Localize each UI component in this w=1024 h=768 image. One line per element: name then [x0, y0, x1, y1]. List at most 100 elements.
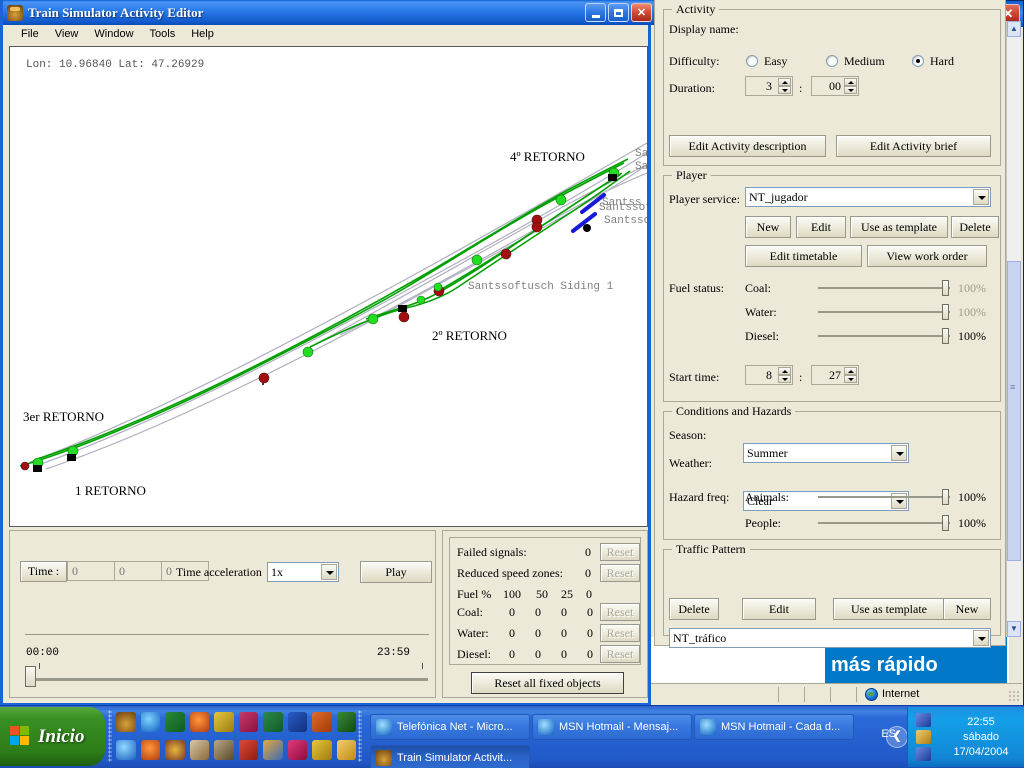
slider-thumb[interactable]: [942, 489, 949, 505]
menu-item-window[interactable]: Window: [86, 27, 141, 41]
taskbar-item-msn-hotmail-mensajes[interactable]: MSN Hotmail - Mensaj...: [532, 714, 692, 740]
slider-thumb[interactable]: [942, 328, 949, 344]
player-use-as-template-button[interactable]: Use as template: [850, 216, 948, 238]
traffic-pattern-select[interactable]: NT_tráfico: [669, 628, 991, 648]
browser-vertical-scrollbar[interactable]: ▲ ▼: [1006, 21, 1021, 637]
time-field-minutes[interactable]: 0: [114, 561, 162, 581]
outlook-express-icon[interactable]: [165, 712, 185, 732]
difficulty-radio-easy[interactable]: [746, 55, 758, 67]
timeline-slider-thumb[interactable]: [25, 666, 36, 687]
clock[interactable]: 22:55 sábado 17/04/2004: [938, 715, 1024, 760]
fuel-diesel-slider[interactable]: [818, 326, 950, 346]
stepper-down-icon[interactable]: [778, 86, 791, 94]
fuel-coal-slider[interactable]: [818, 278, 950, 298]
fuel-water-slider[interactable]: [818, 302, 950, 322]
start-time-hours-stepper[interactable]: 8: [745, 365, 793, 385]
start-time-minutes-stepper[interactable]: 27: [811, 365, 859, 385]
reset-diesel-button[interactable]: Reset: [600, 645, 640, 663]
reset-coal-button[interactable]: Reset: [600, 603, 640, 621]
duration-minutes-stepper[interactable]: 00: [811, 76, 859, 96]
scripting-icon[interactable]: [337, 712, 357, 732]
stepper-down-icon[interactable]: [778, 375, 791, 383]
menu-item-help[interactable]: Help: [183, 27, 222, 41]
globe-network-icon[interactable]: [116, 740, 136, 760]
time-acceleration-select[interactable]: 1x: [267, 562, 339, 582]
reset-failed-signals-button[interactable]: Reset: [600, 543, 640, 561]
player-delete-button[interactable]: Delete: [951, 216, 999, 238]
route-map-canvas[interactable]: Lon: 10.96840 Lat: 47.26929: [9, 46, 648, 527]
taskbar-grip[interactable]: [358, 710, 362, 762]
maximize-button[interactable]: [608, 3, 629, 22]
reset-all-fixed-objects-button[interactable]: Reset all fixed objects: [471, 672, 624, 694]
cursor-tool-icon[interactable]: [214, 740, 234, 760]
chevron-down-icon[interactable]: [891, 445, 907, 461]
media-player-icon[interactable]: [190, 712, 210, 732]
photo-editor-icon[interactable]: [263, 740, 283, 760]
excel-icon[interactable]: [263, 712, 283, 732]
hazard-animals-slider[interactable]: [818, 487, 950, 507]
traffic-edit-button[interactable]: Edit: [742, 598, 816, 620]
season-select[interactable]: Summer: [743, 443, 909, 463]
sonic-s-icon[interactable]: [288, 740, 308, 760]
paint-shop-icon[interactable]: [165, 740, 185, 760]
player-service-select[interactable]: NT_jugador: [745, 187, 991, 207]
duration-hours-stepper[interactable]: 3: [745, 76, 793, 96]
network-connection-icon[interactable]: [916, 713, 931, 727]
taskbar-item-telefonica[interactable]: Telefónica Net - Micro...: [370, 714, 530, 740]
menu-item-file[interactable]: File: [13, 27, 47, 41]
train-simulator-icon[interactable]: [116, 712, 136, 732]
time-button[interactable]: Time :: [20, 561, 67, 582]
network-status-icon[interactable]: [916, 747, 931, 761]
reset-reduced-speed-button[interactable]: Reset: [600, 564, 640, 582]
stepper-up-icon[interactable]: [844, 78, 857, 86]
clock-utility-icon[interactable]: [214, 712, 234, 732]
traffic-delete-button[interactable]: Delete: [669, 598, 719, 620]
player-new-button[interactable]: New: [745, 216, 791, 238]
shutdown-icon[interactable]: [239, 740, 259, 760]
reset-water-button[interactable]: Reset: [600, 624, 640, 642]
minimize-button[interactable]: [585, 3, 606, 22]
chevron-down-icon[interactable]: [973, 630, 989, 646]
internet-explorer-icon[interactable]: [141, 712, 161, 732]
traffic-new-button[interactable]: New: [943, 598, 991, 620]
media-player-2-icon[interactable]: [141, 740, 161, 760]
edit-activity-brief-button[interactable]: Edit Activity brief: [836, 135, 991, 157]
difficulty-radio-medium[interactable]: [826, 55, 838, 67]
key-tool-icon[interactable]: [312, 740, 332, 760]
time-field-hours[interactable]: 0: [67, 561, 115, 581]
chevron-down-icon[interactable]: [321, 564, 337, 580]
timeline-slider-track[interactable]: [25, 678, 428, 681]
scroll-down-icon[interactable]: ▼: [1007, 621, 1021, 637]
difficulty-radio-hard[interactable]: [912, 55, 924, 67]
stepper-down-icon[interactable]: [844, 86, 857, 94]
taskbar-item-msn-hotmail-cada[interactable]: MSN Hotmail - Cada d...: [694, 714, 854, 740]
quick-launch-bar[interactable]: [112, 708, 356, 766]
play-button[interactable]: Play: [360, 561, 432, 583]
stepper-down-icon[interactable]: [844, 375, 857, 383]
traffic-use-as-template-button[interactable]: Use as template: [833, 598, 945, 620]
edit-timetable-button[interactable]: Edit timetable: [745, 245, 862, 267]
start-button[interactable]: Inicio: [0, 707, 105, 766]
player-edit-button[interactable]: Edit: [796, 216, 846, 238]
taskbar-item-train-simulator[interactable]: Train Simulator Activit...: [370, 745, 530, 768]
view-work-order-button[interactable]: View work order: [867, 245, 987, 267]
slider-thumb[interactable]: [942, 515, 949, 531]
resize-grip-icon[interactable]: [1008, 690, 1020, 702]
stepper-up-icon[interactable]: [778, 367, 791, 375]
chevron-down-icon[interactable]: [973, 189, 989, 205]
difficulty-label-hard[interactable]: Hard: [930, 54, 954, 69]
window-titlebar[interactable]: Train Simulator Activity Editor ✕: [3, 0, 654, 25]
hazard-people-slider[interactable]: [818, 513, 950, 533]
folder-icon[interactable]: [337, 740, 357, 760]
menu-item-view[interactable]: View: [47, 27, 87, 41]
slider-thumb[interactable]: [942, 304, 949, 320]
word-icon[interactable]: [288, 712, 308, 732]
stepper-up-icon[interactable]: [778, 78, 791, 86]
close-button[interactable]: ✕: [631, 3, 652, 22]
notification-icon[interactable]: [916, 730, 931, 744]
difficulty-label-easy[interactable]: Easy: [764, 54, 787, 69]
scroll-up-icon[interactable]: ▲: [1007, 21, 1021, 37]
scrollbar-thumb[interactable]: [1007, 261, 1021, 561]
brush-tool-icon[interactable]: [190, 740, 210, 760]
slider-thumb[interactable]: [942, 280, 949, 296]
